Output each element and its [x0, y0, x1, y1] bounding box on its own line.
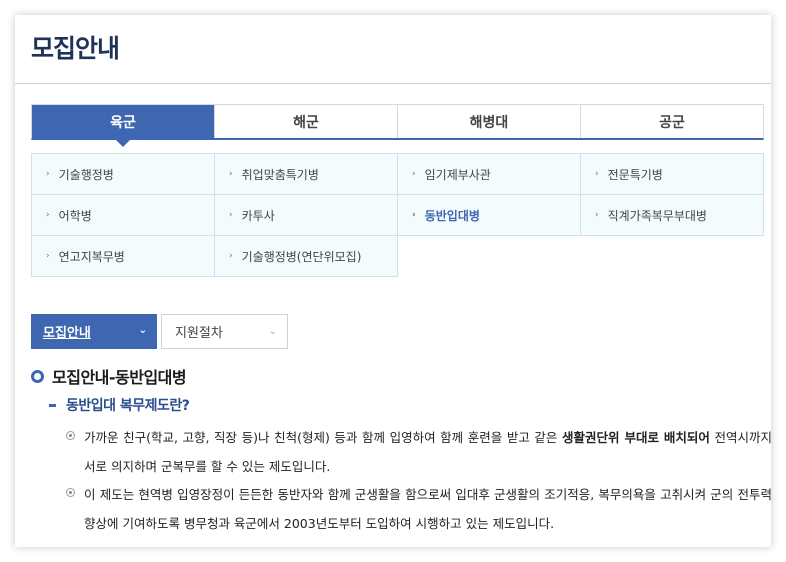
sub-menu-label: 전문특기병: [607, 167, 663, 182]
chevron-right-icon: ›: [595, 210, 599, 220]
sub-menu-item[interactable]: › 어학병: [32, 195, 215, 236]
sub-menu-label: 취업맞춤특기병: [241, 167, 319, 182]
ring-bullet-icon: [31, 369, 44, 383]
dash-bullet-icon: [49, 403, 56, 407]
content-card: 모집안내 육군 해군 해병대 공군 › 기술행정병 › 취업맞춤특기병 › 임기제부사…: [15, 15, 771, 547]
subcategory-select[interactable]: 지원절차 ⌄: [161, 314, 288, 349]
page-title: 모집안내: [31, 34, 120, 63]
chevron-right-icon: ›: [46, 210, 50, 220]
branch-tabs: 육군 해군 해병대 공군: [31, 104, 764, 147]
sub-menu-grid: › 기술행정병 › 취업맞춤특기병 › 임기제부사관 › 전문특기병 › 어학병 › 카투사…: [31, 153, 764, 277]
chevron-right-icon: ›: [595, 169, 599, 179]
sub-menu-item-active[interactable]: › 동반입대병: [398, 195, 581, 236]
sub-menu-item[interactable]: › 취업맞춤특기병: [215, 154, 398, 195]
chevron-right-icon: ›: [412, 169, 416, 179]
sub-menu-label: 기술행정병: [58, 167, 114, 182]
sub-menu-label: 어학병: [58, 208, 92, 223]
chevron-right-icon: ›: [46, 251, 50, 261]
sub-menu-empty: [398, 236, 581, 277]
sub-heading: 동반입대 복무제도란?: [49, 395, 190, 415]
title-divider: [15, 83, 771, 84]
sub-title: 동반입대 복무제도란?: [66, 398, 190, 414]
section-heading: 모집안내-동반입대병: [31, 364, 187, 388]
chevron-right-icon: ›: [229, 251, 233, 261]
paragraph-2: 이 제도는 현역병 입영장정이 든든한 동반자와 함께 군생활을 함으로써 입대…: [66, 480, 771, 538]
tab-marines[interactable]: 해병대: [397, 105, 580, 138]
chevron-right-icon: ›: [229, 210, 233, 220]
subcategory-select-value: 지원절차: [175, 326, 223, 341]
paragraph-text: 가까운 친구(학교, 고향, 직장 등)나 친척(형제) 등과 함께 입영하여 …: [84, 430, 562, 445]
chevron-down-icon: ⌄: [268, 326, 277, 337]
tab-army[interactable]: 육군: [32, 105, 214, 147]
sub-menu-label: 연고지복무병: [58, 249, 125, 264]
paragraph-text: 이 제도는 현역병 입영장정이 든든한 동반자와 함께 군생활을 함으로써 입대…: [84, 487, 771, 531]
paragraph-emphasis: 생활권단위 부대로 배치되어: [561, 430, 710, 445]
sub-menu-label: 카투사: [241, 208, 275, 223]
chevron-right-icon: ›: [229, 169, 233, 179]
sub-menu-item[interactable]: › 임기제부사관: [398, 154, 581, 195]
category-select-value: 모집안내: [43, 326, 91, 341]
paragraph-1: 가까운 친구(학교, 고향, 직장 등)나 친척(형제) 등과 함께 입영하여 …: [66, 423, 771, 481]
circle-bullet-icon: [66, 488, 75, 497]
tab-air-force[interactable]: 공군: [580, 105, 763, 138]
sub-menu-item[interactable]: › 전문특기병: [581, 154, 764, 195]
circle-bullet-icon: [66, 431, 75, 440]
chevron-right-icon: ›: [46, 169, 50, 179]
sub-menu-item[interactable]: › 기술행정병: [32, 154, 215, 195]
sub-menu-item[interactable]: › 직계가족복무부대병: [581, 195, 764, 236]
chevron-down-icon: ⌄: [138, 325, 147, 336]
category-select[interactable]: 모집안내 ⌄: [31, 314, 157, 349]
sub-menu-label: 직계가족복무부대병: [607, 208, 707, 223]
sub-menu-label: 동반입대병: [424, 208, 480, 223]
sub-menu-label: 임기제부사관: [424, 167, 491, 182]
tab-navy[interactable]: 해군: [214, 105, 397, 138]
sub-menu-item[interactable]: › 기술행정병(연단위모집): [215, 236, 398, 277]
sub-menu-empty: [581, 236, 764, 277]
chevron-right-icon: ›: [412, 210, 416, 220]
sub-menu-label: 기술행정병(연단위모집): [241, 249, 362, 264]
section-title: 모집안내-동반입대병: [52, 368, 187, 387]
sub-menu-item[interactable]: › 카투사: [215, 195, 398, 236]
sub-menu-item[interactable]: › 연고지복무병: [32, 236, 215, 277]
